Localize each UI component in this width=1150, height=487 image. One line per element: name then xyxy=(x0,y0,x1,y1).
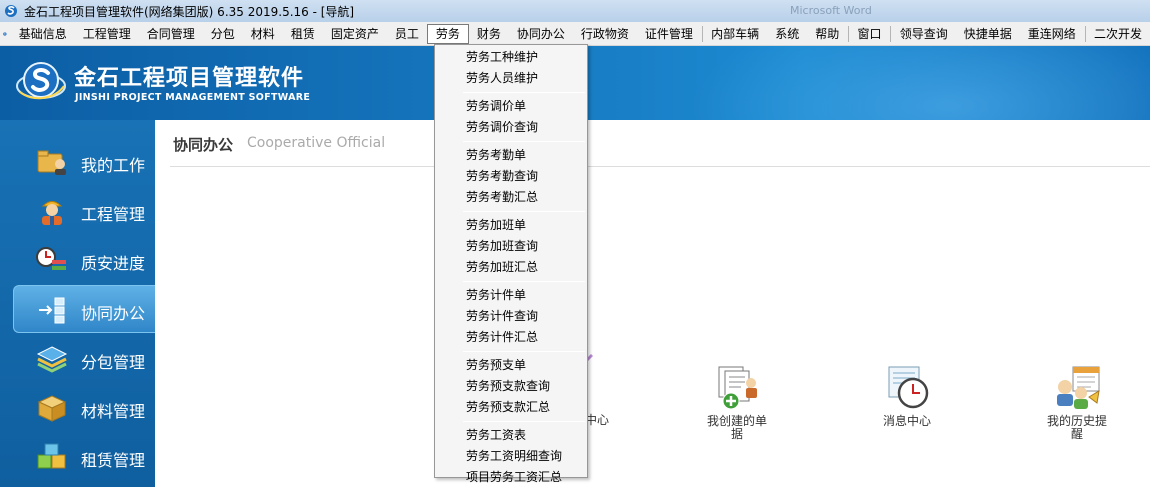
tile-label: 我创建的单据 xyxy=(706,414,767,441)
dropdown-item[interactable]: 劳务计件查询 xyxy=(466,307,538,326)
dropdown-item[interactable]: 劳务计件汇总 xyxy=(466,328,538,347)
worker-icon xyxy=(41,201,63,225)
sidebar-item-lease[interactable]: 租赁管理 xyxy=(0,433,155,481)
dropdown-item[interactable]: 劳务预支款汇总 xyxy=(466,398,550,417)
menu-item[interactable]: 合同管理 xyxy=(139,24,203,44)
menu-item[interactable]: 材料 xyxy=(243,24,283,44)
menu-separator xyxy=(463,141,585,142)
tile-label: 消息中心 xyxy=(882,414,931,428)
sidebar-item-project[interactable]: 工程管理 xyxy=(0,187,155,235)
dropdown-item[interactable]: 劳务计件单 xyxy=(466,286,526,305)
sidebar-item-subcontract[interactable]: 分包管理 xyxy=(0,335,155,383)
dropdown-item[interactable]: 劳务工种维护 xyxy=(466,48,538,67)
menu-separator xyxy=(463,421,585,422)
menu-item[interactable]: 财务 xyxy=(469,24,509,44)
dropdown-item[interactable]: 项目劳务工资汇总 xyxy=(466,468,562,487)
menu-item[interactable]: 工程管理 xyxy=(75,24,139,44)
dropdown-item[interactable]: 劳务考勤查询 xyxy=(466,167,538,186)
menu-item[interactable]: 帮助 xyxy=(807,24,847,44)
menu-item[interactable]: 协同办公 xyxy=(509,24,573,44)
tile-message-center[interactable]: 消息中心 xyxy=(862,363,952,428)
menu-item[interactable]: 固定资产 xyxy=(323,24,387,44)
app-logo-icon xyxy=(5,5,17,17)
menu-separator xyxy=(463,351,585,352)
tile-my-created-documents[interactable]: 我创建的单据 xyxy=(692,363,782,441)
dropdown-item[interactable]: 劳务调价单 xyxy=(466,97,526,116)
dropdown-item[interactable]: 劳务预支单 xyxy=(466,356,526,375)
menu-item[interactable]: 基础信息 xyxy=(11,24,75,44)
window-title: 金石工程项目管理软件(网络集团版) 6.35 2019.5.16 - [导航] xyxy=(24,4,355,19)
sidebar-item-label: 分包管理 xyxy=(81,353,146,372)
content-panel: 协同办公 Cooperative Official 中心 我创建的单据 消息中心 xyxy=(155,120,1150,487)
menu-bar: 基础信息 工程管理 合同管理 分包 材料 租赁 固定资产 员工 劳务 财务 协同办公 行政物资 证件管理… xyxy=(0,22,1150,46)
menu-item[interactable]: 劳务 xyxy=(426,23,469,44)
sidebar-item-label: 工程管理 xyxy=(81,205,146,224)
menu-separator xyxy=(463,92,585,93)
clock-list-icon xyxy=(36,247,66,270)
menu-item[interactable]: 系统 xyxy=(767,24,807,44)
tile-label: 我的历史提醒 xyxy=(1046,414,1107,441)
dropdown-item[interactable]: 劳务工资明细查询 xyxy=(466,447,562,466)
menu-item[interactable]: 领导查询 xyxy=(892,24,956,44)
stack-icon xyxy=(36,346,68,373)
menu-item[interactable]: 证件管理 xyxy=(637,24,701,44)
sidebar-item-label: 材料管理 xyxy=(81,402,146,421)
box-icon xyxy=(37,395,67,422)
dropdown-item[interactable]: 劳务工资表 xyxy=(466,426,526,445)
flow-icon xyxy=(39,297,65,324)
brand-name-en: JINSHI PROJECT MANAGEMENT SOFTWARE xyxy=(75,92,311,103)
cubes-icon xyxy=(37,443,66,469)
title-bar: 金石工程项目管理软件(网络集团版) 6.35 2019.5.16 - [导航] … xyxy=(0,0,1150,22)
brand-name-cn: 金石工程项目管理软件 xyxy=(74,66,305,91)
jinshi-logo-icon xyxy=(16,62,66,100)
sidebar-item-label: 质安进度 xyxy=(81,254,146,273)
menu-item[interactable]: 员工 xyxy=(387,24,427,44)
background-window-title: Microsoft Word xyxy=(790,4,872,17)
menu-item[interactable]: 行政物资 xyxy=(573,24,637,44)
page-title: 协同办公 xyxy=(173,136,234,154)
sidebar-item-label: 我的工作 xyxy=(81,156,146,175)
documents-add-icon xyxy=(718,366,757,410)
sidebar: 我的工作 工程管理 质安进度 协同办公 分包管理 材料管理 租赁管理 xyxy=(0,120,155,487)
tile-my-history-reminders[interactable]: 我的历史提醒 xyxy=(1032,363,1122,441)
message-clock-icon xyxy=(888,366,929,409)
menu-item[interactable]: 快捷单据 xyxy=(956,24,1020,44)
dropdown-item[interactable]: 劳务加班查询 xyxy=(466,237,538,256)
menu-separator xyxy=(463,281,585,282)
sidebar-item-quality-progress[interactable]: 质安进度 xyxy=(0,236,155,284)
dropdown-item[interactable]: 劳务考勤汇总 xyxy=(466,188,538,207)
menu-separator xyxy=(463,211,585,212)
history-reminder-icon xyxy=(1057,366,1100,409)
dropdown-item[interactable]: 劳务预支款查询 xyxy=(466,377,550,396)
dropdown-item[interactable]: 劳务加班汇总 xyxy=(466,258,538,277)
menu-item[interactable]: 二次开发 xyxy=(1086,24,1150,44)
tile-label: 中心 xyxy=(585,413,610,427)
sidebar-item-material[interactable]: 材料管理 xyxy=(0,384,155,432)
dropdown-item[interactable]: 劳务加班单 xyxy=(466,216,526,235)
menu-item[interactable]: 租赁 xyxy=(283,24,323,44)
menu-item[interactable]: 重连网络 xyxy=(1020,24,1084,44)
dropdown-item[interactable]: 劳务调价查询 xyxy=(466,118,538,137)
sidebar-item-label: 协同办公 xyxy=(81,304,146,323)
dropdown-item[interactable]: 劳务考勤单 xyxy=(466,146,526,165)
dropdown-item[interactable]: 劳务人员维护 xyxy=(466,69,538,88)
page-subtitle: Cooperative Official xyxy=(247,135,386,151)
app-menu-icon[interactable] xyxy=(3,26,7,42)
menu-item[interactable]: 分包 xyxy=(203,24,243,44)
divider xyxy=(170,166,1150,167)
menu-item[interactable]: 窗口 xyxy=(849,24,889,44)
sidebar-item-my-work[interactable]: 我的工作 xyxy=(0,138,155,186)
my-work-icon xyxy=(37,150,66,175)
labor-dropdown-menu: 劳务工种维护 劳务人员维护 劳务调价单劳务调价查询 劳务考勤单劳务考勤查询 劳务考勤汇总… xyxy=(434,44,588,484)
sidebar-item-label: 租赁管理 xyxy=(81,451,146,470)
menu-item[interactable]: 内部车辆 xyxy=(703,24,767,44)
sidebar-item-cooperative[interactable]: 协同办公 xyxy=(13,285,155,333)
header-glow xyxy=(690,46,1150,120)
